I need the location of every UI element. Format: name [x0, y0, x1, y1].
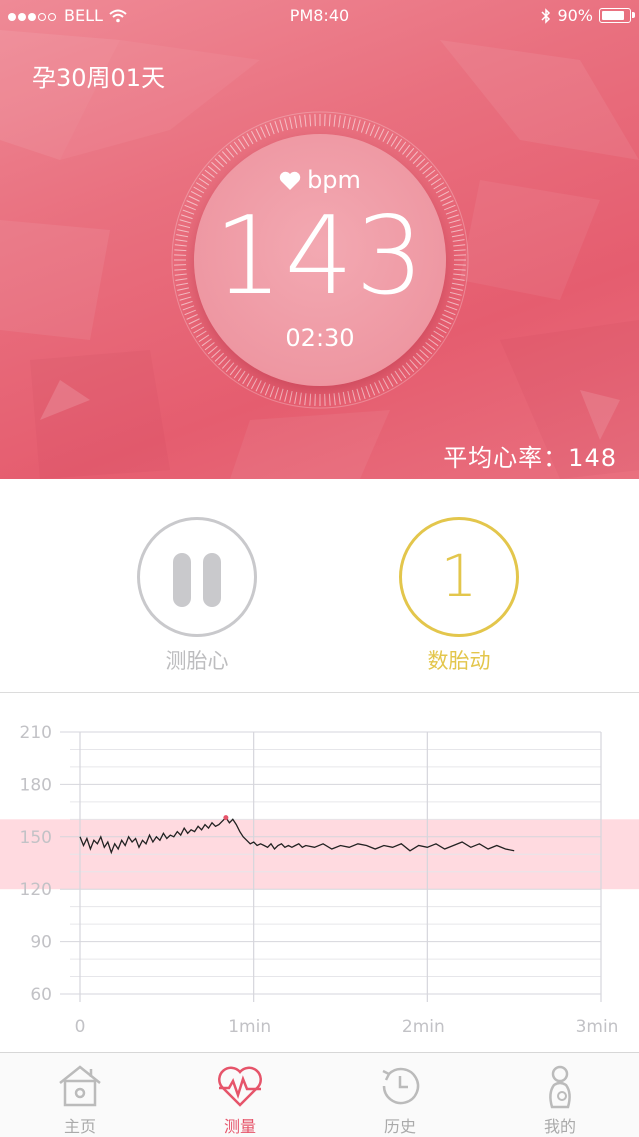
bpm-row: bpm	[170, 166, 470, 194]
tab-history-label: 历史	[320, 1113, 480, 1137]
tab-measure[interactable]: 测量	[160, 1053, 320, 1137]
tab-bar: 主页 测量 历史 我的	[0, 1052, 639, 1137]
heart-rate-header: BELL PM8:40 90% 孕30周01天 bpm 143 02:30	[0, 0, 639, 479]
bpm-unit: bpm	[307, 166, 361, 194]
current-bpm: 143	[170, 192, 470, 322]
tab-profile-label: 我的	[480, 1113, 639, 1137]
pause-measure-button[interactable]	[137, 517, 257, 637]
fetal-movement-label: 数胎动	[379, 645, 539, 675]
history-icon	[375, 1061, 425, 1111]
x-tick-label: 3min	[576, 1017, 619, 1037]
bluetooth-icon	[541, 8, 551, 24]
pregnancy-week: 孕30周01天	[32, 58, 165, 93]
y-tick-label: 90	[30, 933, 52, 953]
section-divider	[0, 692, 639, 693]
y-tick-label: 210	[20, 723, 52, 743]
x-tick-label: 1min	[228, 1017, 271, 1037]
pause-icon	[173, 553, 191, 607]
tab-home-label: 主页	[0, 1113, 160, 1137]
x-tick-label: 2min	[402, 1017, 445, 1037]
peak-point	[223, 815, 228, 820]
measure-fhr-label: 测胎心	[117, 645, 277, 675]
y-tick-label: 180	[20, 775, 52, 795]
y-tick-label: 150	[20, 828, 52, 848]
fetal-movement-count: 1	[402, 542, 516, 610]
heart-icon	[279, 171, 301, 191]
status-bar: BELL PM8:40 90%	[0, 0, 639, 30]
tab-profile[interactable]: 我的	[480, 1053, 639, 1137]
battery-icon	[599, 8, 631, 23]
heart-pulse-icon	[215, 1061, 265, 1111]
heart-rate-dial: bpm 143 02:30	[170, 110, 470, 410]
tab-history[interactable]: 历史	[320, 1053, 480, 1137]
y-tick-label: 60	[30, 985, 52, 1005]
heart-rate-chart[interactable]: 210 180 150 120 90 60 0 1min 2min 3min	[0, 700, 639, 1050]
profile-icon	[535, 1061, 585, 1111]
tab-measure-label: 测量	[160, 1113, 320, 1137]
tab-home[interactable]: 主页	[0, 1053, 160, 1137]
y-tick-label: 120	[20, 880, 52, 900]
elapsed-timer: 02:30	[170, 324, 470, 352]
average-heart-rate: 平均心率：148	[443, 438, 617, 473]
pause-icon-bar	[203, 553, 221, 607]
battery-percent: 90%	[557, 6, 593, 25]
home-icon	[55, 1061, 105, 1111]
x-tick-label: 0	[75, 1017, 86, 1037]
fetal-movement-count-button[interactable]: 1	[399, 517, 519, 637]
